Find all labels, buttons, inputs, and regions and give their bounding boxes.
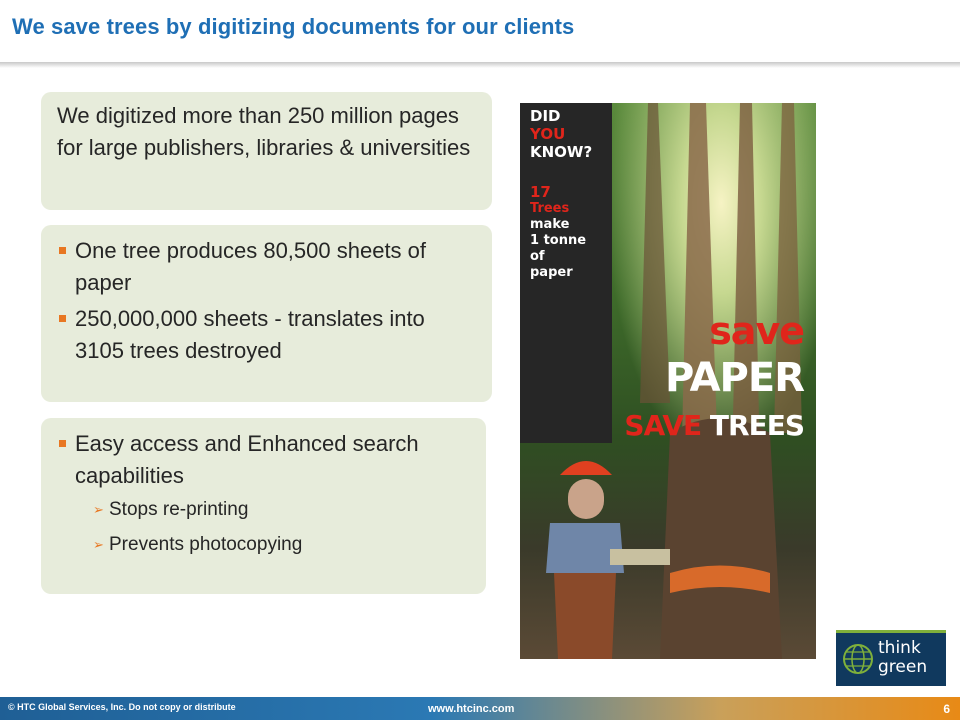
think-green-logo: think green <box>836 630 946 686</box>
square-bullet-icon <box>59 440 66 447</box>
poster-trees: Trees <box>530 201 570 216</box>
poster-you: YOU <box>530 125 566 143</box>
arrow-bullet-icon: ➢ <box>93 537 104 552</box>
poster-paper-word: PAPER <box>664 355 805 401</box>
globe-icon <box>843 644 873 674</box>
list-item: ➢ Prevents photocopying <box>75 533 470 557</box>
list-item: ➢ Stops re-printing <box>75 498 470 522</box>
title-divider <box>0 62 960 68</box>
bullet-text: 250,000,000 sheets - translates into 310… <box>75 306 425 363</box>
benefits-sublist: ➢ Stops re-printing ➢ Prevents photocopy… <box>75 498 470 557</box>
sub-bullet-text: Stops re-printing <box>109 499 249 520</box>
poster-trees-caps: TREES <box>709 409 805 442</box>
save-trees-poster: DID YOU KNOW? 17 Trees make 1 tonne of p… <box>520 103 816 659</box>
poster-know: KNOW? <box>530 143 593 161</box>
poster-make: make <box>530 217 570 232</box>
stat-box-benefits: Easy access and Enhanced search capabili… <box>41 418 486 594</box>
stat-box-digitized: We digitized more than 250 million pages… <box>41 92 492 210</box>
poster-save-trees: SAVE TREES <box>624 409 805 442</box>
bullet-text: One tree produces 80,500 sheets of paper <box>75 238 427 295</box>
list-item: 250,000,000 sheets - translates into 310… <box>57 303 476 367</box>
tree-facts-list: One tree produces 80,500 sheets of paper… <box>57 235 476 367</box>
poster-paper-small: paper <box>530 265 573 280</box>
list-item: Easy access and Enhanced search capabili… <box>57 428 470 557</box>
poster-save-caps: SAVE <box>624 409 702 442</box>
slide-title: We save trees by digitizing documents fo… <box>12 14 575 39</box>
arrow-bullet-icon: ➢ <box>93 502 104 517</box>
footer-copyright: © HTC Global Services, Inc. Do not copy … <box>8 702 236 712</box>
sub-bullet-text: Prevents photocopying <box>109 534 303 555</box>
logo-green: green <box>878 657 928 677</box>
logo-think: think <box>878 638 921 658</box>
page-number: 6 <box>943 702 950 716</box>
poster-save-word: save <box>709 309 805 353</box>
footer-url: www.htcinc.com <box>428 703 515 715</box>
poster-tonne: 1 tonne <box>530 233 587 248</box>
stat-box-trees: One tree produces 80,500 sheets of paper… <box>41 225 492 402</box>
list-item: One tree produces 80,500 sheets of paper <box>57 235 476 299</box>
poster-of: of <box>530 249 545 264</box>
bullet-text: Easy access and Enhanced search capabili… <box>75 431 419 488</box>
square-bullet-icon <box>59 247 66 254</box>
benefits-list: Easy access and Enhanced search capabili… <box>57 428 470 557</box>
square-bullet-icon <box>59 315 66 322</box>
digitized-statement: We digitized more than 250 million pages… <box>57 103 471 160</box>
did-you-know-panel: DID YOU KNOW? 17 Trees make 1 tonne of p… <box>520 103 612 443</box>
poster-num: 17 <box>530 183 551 201</box>
poster-did: DID <box>530 107 561 125</box>
footer-bar: © HTC Global Services, Inc. Do not copy … <box>0 697 960 720</box>
